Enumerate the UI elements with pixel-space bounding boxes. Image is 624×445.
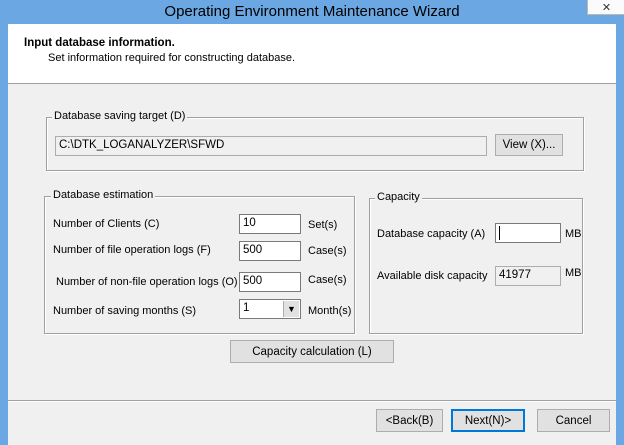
file-logs-unit: Case(s) [308, 245, 347, 257]
cancel-button[interactable]: Cancel [537, 409, 610, 432]
back-button[interactable]: <Back(B) [376, 409, 443, 432]
saving-months-label: Number of saving months (S) [53, 305, 197, 317]
footer-separator [8, 400, 616, 402]
db-capacity-input[interactable] [495, 223, 561, 243]
close-icon: ✕ [601, 1, 612, 14]
saving-months-unit: Month(s) [308, 305, 352, 317]
saving-path-field: C:\DTK_LOGANALYZER\SFWD [55, 136, 487, 156]
saving-target-label: Database saving target (D) [52, 110, 188, 122]
db-capacity-label: Database capacity (A) [377, 228, 486, 240]
chevron-down-icon[interactable]: ▼ [283, 301, 299, 317]
window-frame-right [616, 24, 624, 445]
window-title: Operating Environment Maintenance Wizard [164, 3, 460, 20]
capacity-calculation-button[interactable]: Capacity calculation (L) [230, 340, 394, 363]
capacity-label: Capacity [375, 191, 422, 203]
db-capacity-unit: MB [565, 228, 582, 240]
clients-unit: Set(s) [308, 219, 338, 231]
close-button[interactable]: ✕ [587, 0, 624, 15]
next-button[interactable]: Next(N)> [451, 409, 525, 432]
window-frame-left [0, 24, 8, 445]
available-capacity-field: 41977 [495, 266, 561, 286]
file-logs-input[interactable]: 500 [239, 241, 301, 261]
available-capacity-unit: MB [565, 267, 582, 279]
file-logs-label: Number of file operation logs (F) [53, 244, 211, 256]
clients-input[interactable]: 10 [239, 214, 301, 234]
header-subtitle: Set information required for constructin… [48, 52, 296, 64]
estimation-label: Database estimation [51, 189, 156, 201]
saving-months-select[interactable]: 1 ▼ [239, 299, 301, 319]
text-caret [499, 226, 500, 240]
view-button[interactable]: View (X)... [495, 134, 563, 156]
header-title: Input database information. [24, 37, 175, 49]
clients-label: Number of Clients (C) [53, 218, 160, 230]
nonfile-logs-input[interactable]: 500 [239, 272, 301, 292]
nonfile-logs-label: Number of non-file operation logs (O) [56, 276, 238, 288]
nonfile-logs-unit: Case(s) [308, 274, 347, 286]
available-capacity-label: Available disk capacity [377, 270, 488, 282]
saving-months-value: 1 [243, 302, 250, 314]
